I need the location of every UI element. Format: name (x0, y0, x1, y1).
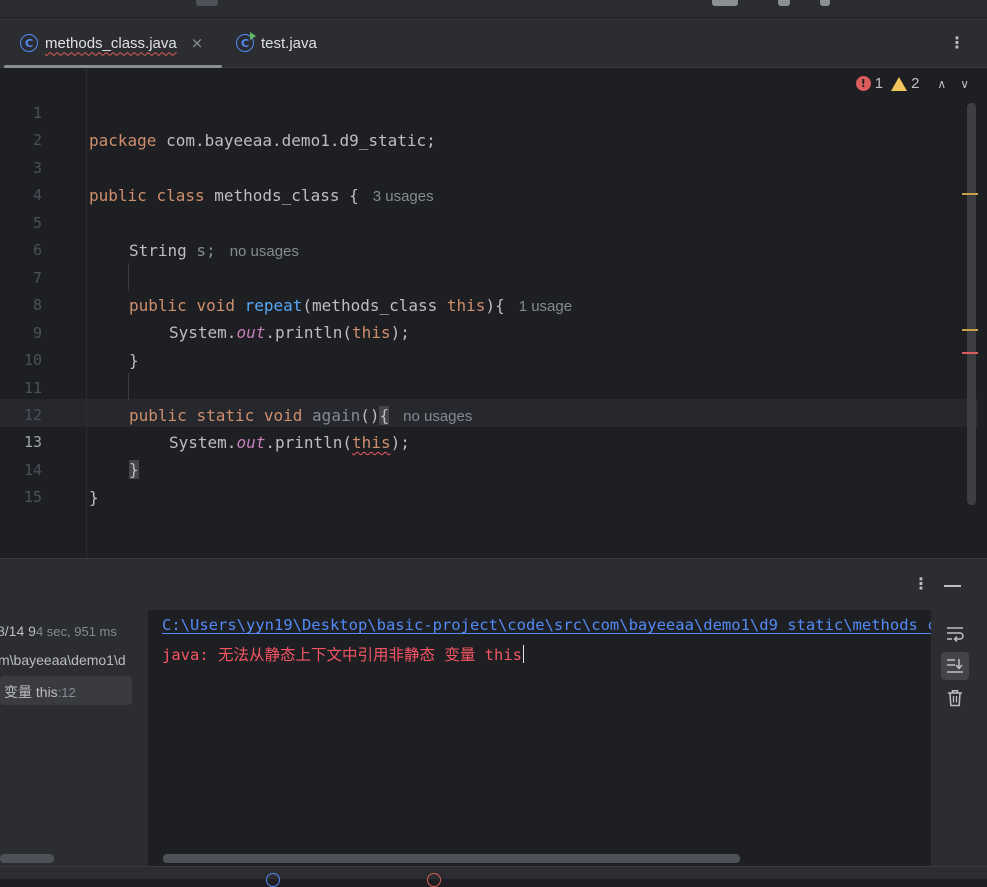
title-bar-icon (712, 0, 738, 6)
output-scrollbar[interactable] (163, 854, 740, 863)
warning-marker[interactable] (962, 329, 978, 331)
tab-label: test.java (261, 34, 317, 52)
code-line: 5 String s; no usages (0, 181, 960, 260)
status-error-icon (427, 873, 441, 887)
class-icon: C (20, 34, 38, 52)
title-bar-icon (196, 0, 218, 6)
code-line: 2 (0, 98, 960, 149)
clear-button[interactable] (941, 684, 969, 712)
title-bar-icon (820, 0, 830, 6)
code-line: 12 System.out.println(this); (0, 373, 960, 452)
build-tree: 8/14 94 sec, 951 ms m\bayeeaa\demo1\d 变量… (0, 610, 148, 866)
error-file-link[interactable]: C:\Users\yyn19\Desktop\basic-project\cod… (162, 616, 931, 634)
scroll-to-end-button[interactable] (941, 652, 969, 680)
active-tab-indicator (4, 65, 222, 68)
code-line: 3 public class methods_class {3 usages (0, 126, 960, 205)
tab-label: methods_class.java (45, 34, 177, 52)
status-bar (0, 866, 987, 887)
error-marker[interactable] (962, 352, 978, 354)
more-icon[interactable]: ⋮ (949, 33, 965, 52)
tree-scrollbar[interactable] (0, 854, 54, 863)
build-file-item[interactable]: m\bayeeaa\demo1\d (0, 652, 126, 668)
code-line: 4 (0, 153, 960, 204)
trash-icon (948, 690, 962, 707)
soft-wrap-icon (947, 627, 964, 642)
editor-scrollbar[interactable] (967, 103, 976, 505)
code-line: 14 } (0, 428, 960, 507)
text-cursor (522, 645, 525, 663)
line-number: 15 (23, 488, 42, 506)
tab-test[interactable]: C test.java (236, 18, 317, 68)
minimize-icon[interactable] (944, 585, 961, 587)
output-toolbar (931, 610, 987, 866)
close-icon[interactable]: × (191, 34, 204, 52)
inspection-widget[interactable]: ! 1 2 ∧ ∨ (855, 75, 969, 92)
code-line: 11 public static void again(){no usages (0, 346, 960, 425)
code-line: 8 System.out.println(this); (0, 263, 960, 342)
build-error-item[interactable]: 变量 this:12 (4, 682, 76, 702)
code-line: 6 (0, 208, 960, 259)
code-editor[interactable]: 1 package com.bayeeaa.demo1.d9_static; 2… (0, 69, 987, 558)
title-bar (0, 0, 987, 18)
build-run-item[interactable]: 8/14 94 sec, 951 ms (0, 623, 117, 639)
warning-icon (891, 76, 908, 91)
error-message: java: 无法从静态上下文中引用非静态 变量 this (162, 643, 525, 665)
build-tool-window-header: ⋮ (0, 558, 987, 610)
error-icon: ! (855, 76, 871, 91)
runnable-class-icon: C (236, 32, 256, 52)
editor-tab-bar: C methods_class.java × C test.java ⋮ (0, 18, 987, 68)
chevron-down-icon[interactable]: ∨ (960, 77, 969, 91)
tab-methods-class[interactable]: C methods_class.java × (20, 18, 203, 68)
code-line: 15 (0, 455, 960, 506)
build-output[interactable]: C:\Users\yyn19\Desktop\basic-project\cod… (148, 610, 931, 866)
code-line: 7 public void repeat(methods_class this)… (0, 236, 960, 315)
scroll-to-end-icon (947, 659, 963, 673)
code-line: 1 package com.bayeeaa.demo1.d9_static; (0, 71, 960, 150)
soft-wrap-button[interactable] (941, 620, 969, 648)
more-icon[interactable]: ⋮ (913, 574, 929, 593)
error-count[interactable]: ! 1 (855, 75, 883, 92)
code-line: 13 } (0, 400, 960, 479)
status-icon (266, 873, 280, 887)
chevron-up-icon[interactable]: ∧ (937, 77, 946, 91)
warning-count[interactable]: 2 (891, 75, 919, 92)
code-line: 10 (0, 318, 960, 369)
code-line: 9 } (0, 291, 960, 370)
warning-marker[interactable] (962, 193, 978, 195)
title-bar-icon (778, 0, 790, 6)
